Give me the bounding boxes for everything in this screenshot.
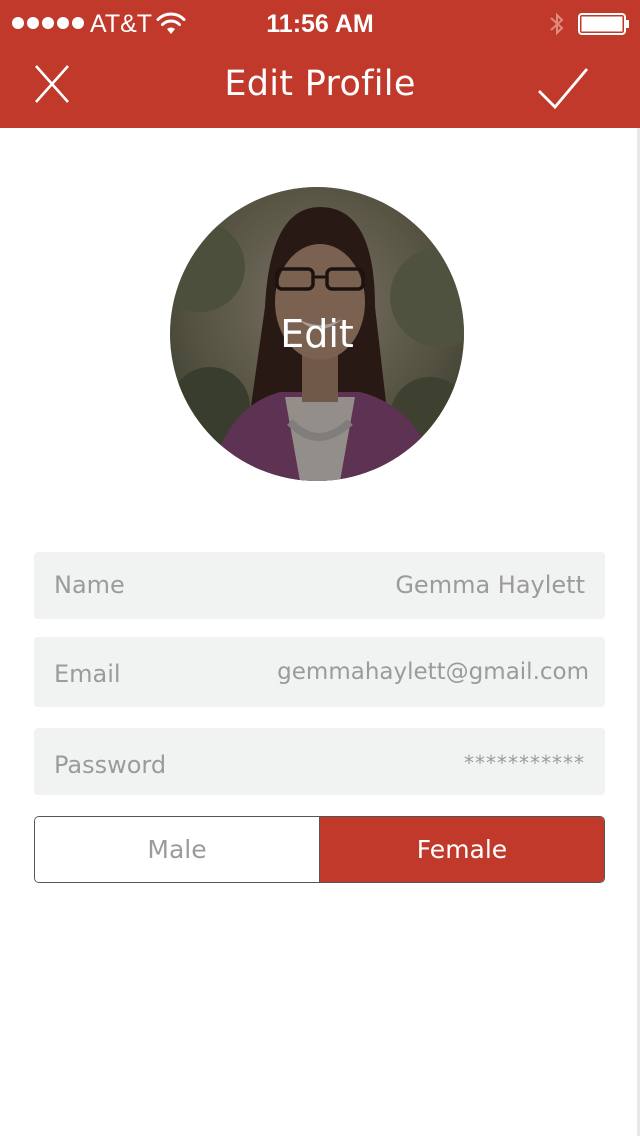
password-label: Password xyxy=(54,751,167,779)
save-button[interactable] xyxy=(528,54,598,124)
email-label: Email xyxy=(54,660,121,688)
name-field[interactable]: Name Gemma Haylett xyxy=(34,552,605,619)
email-input[interactable]: gemmahaylett@gmail.com xyxy=(277,637,589,707)
status-time: 11:56 AM xyxy=(266,10,374,38)
email-field[interactable]: Email gemmahaylett@gmail.com xyxy=(34,637,605,707)
avatar-edit-label: Edit xyxy=(280,312,354,356)
avatar[interactable]: Edit xyxy=(170,187,464,481)
gender-segmented-control: Male Female xyxy=(34,816,605,883)
checkmark-icon xyxy=(538,68,589,110)
bluetooth-icon xyxy=(550,12,564,36)
gender-option-male[interactable]: Male xyxy=(35,817,320,882)
name-label: Name xyxy=(54,571,125,599)
nav-bar: Edit Profile xyxy=(0,48,640,128)
password-field[interactable]: Password *********** xyxy=(34,728,605,795)
gender-option-female[interactable]: Female xyxy=(320,817,604,882)
password-input[interactable]: *********** xyxy=(464,728,585,798)
name-input[interactable]: Gemma Haylett xyxy=(395,552,585,619)
battery-icon xyxy=(578,13,629,35)
status-bar: AT&T 11:56 AM xyxy=(0,0,640,48)
